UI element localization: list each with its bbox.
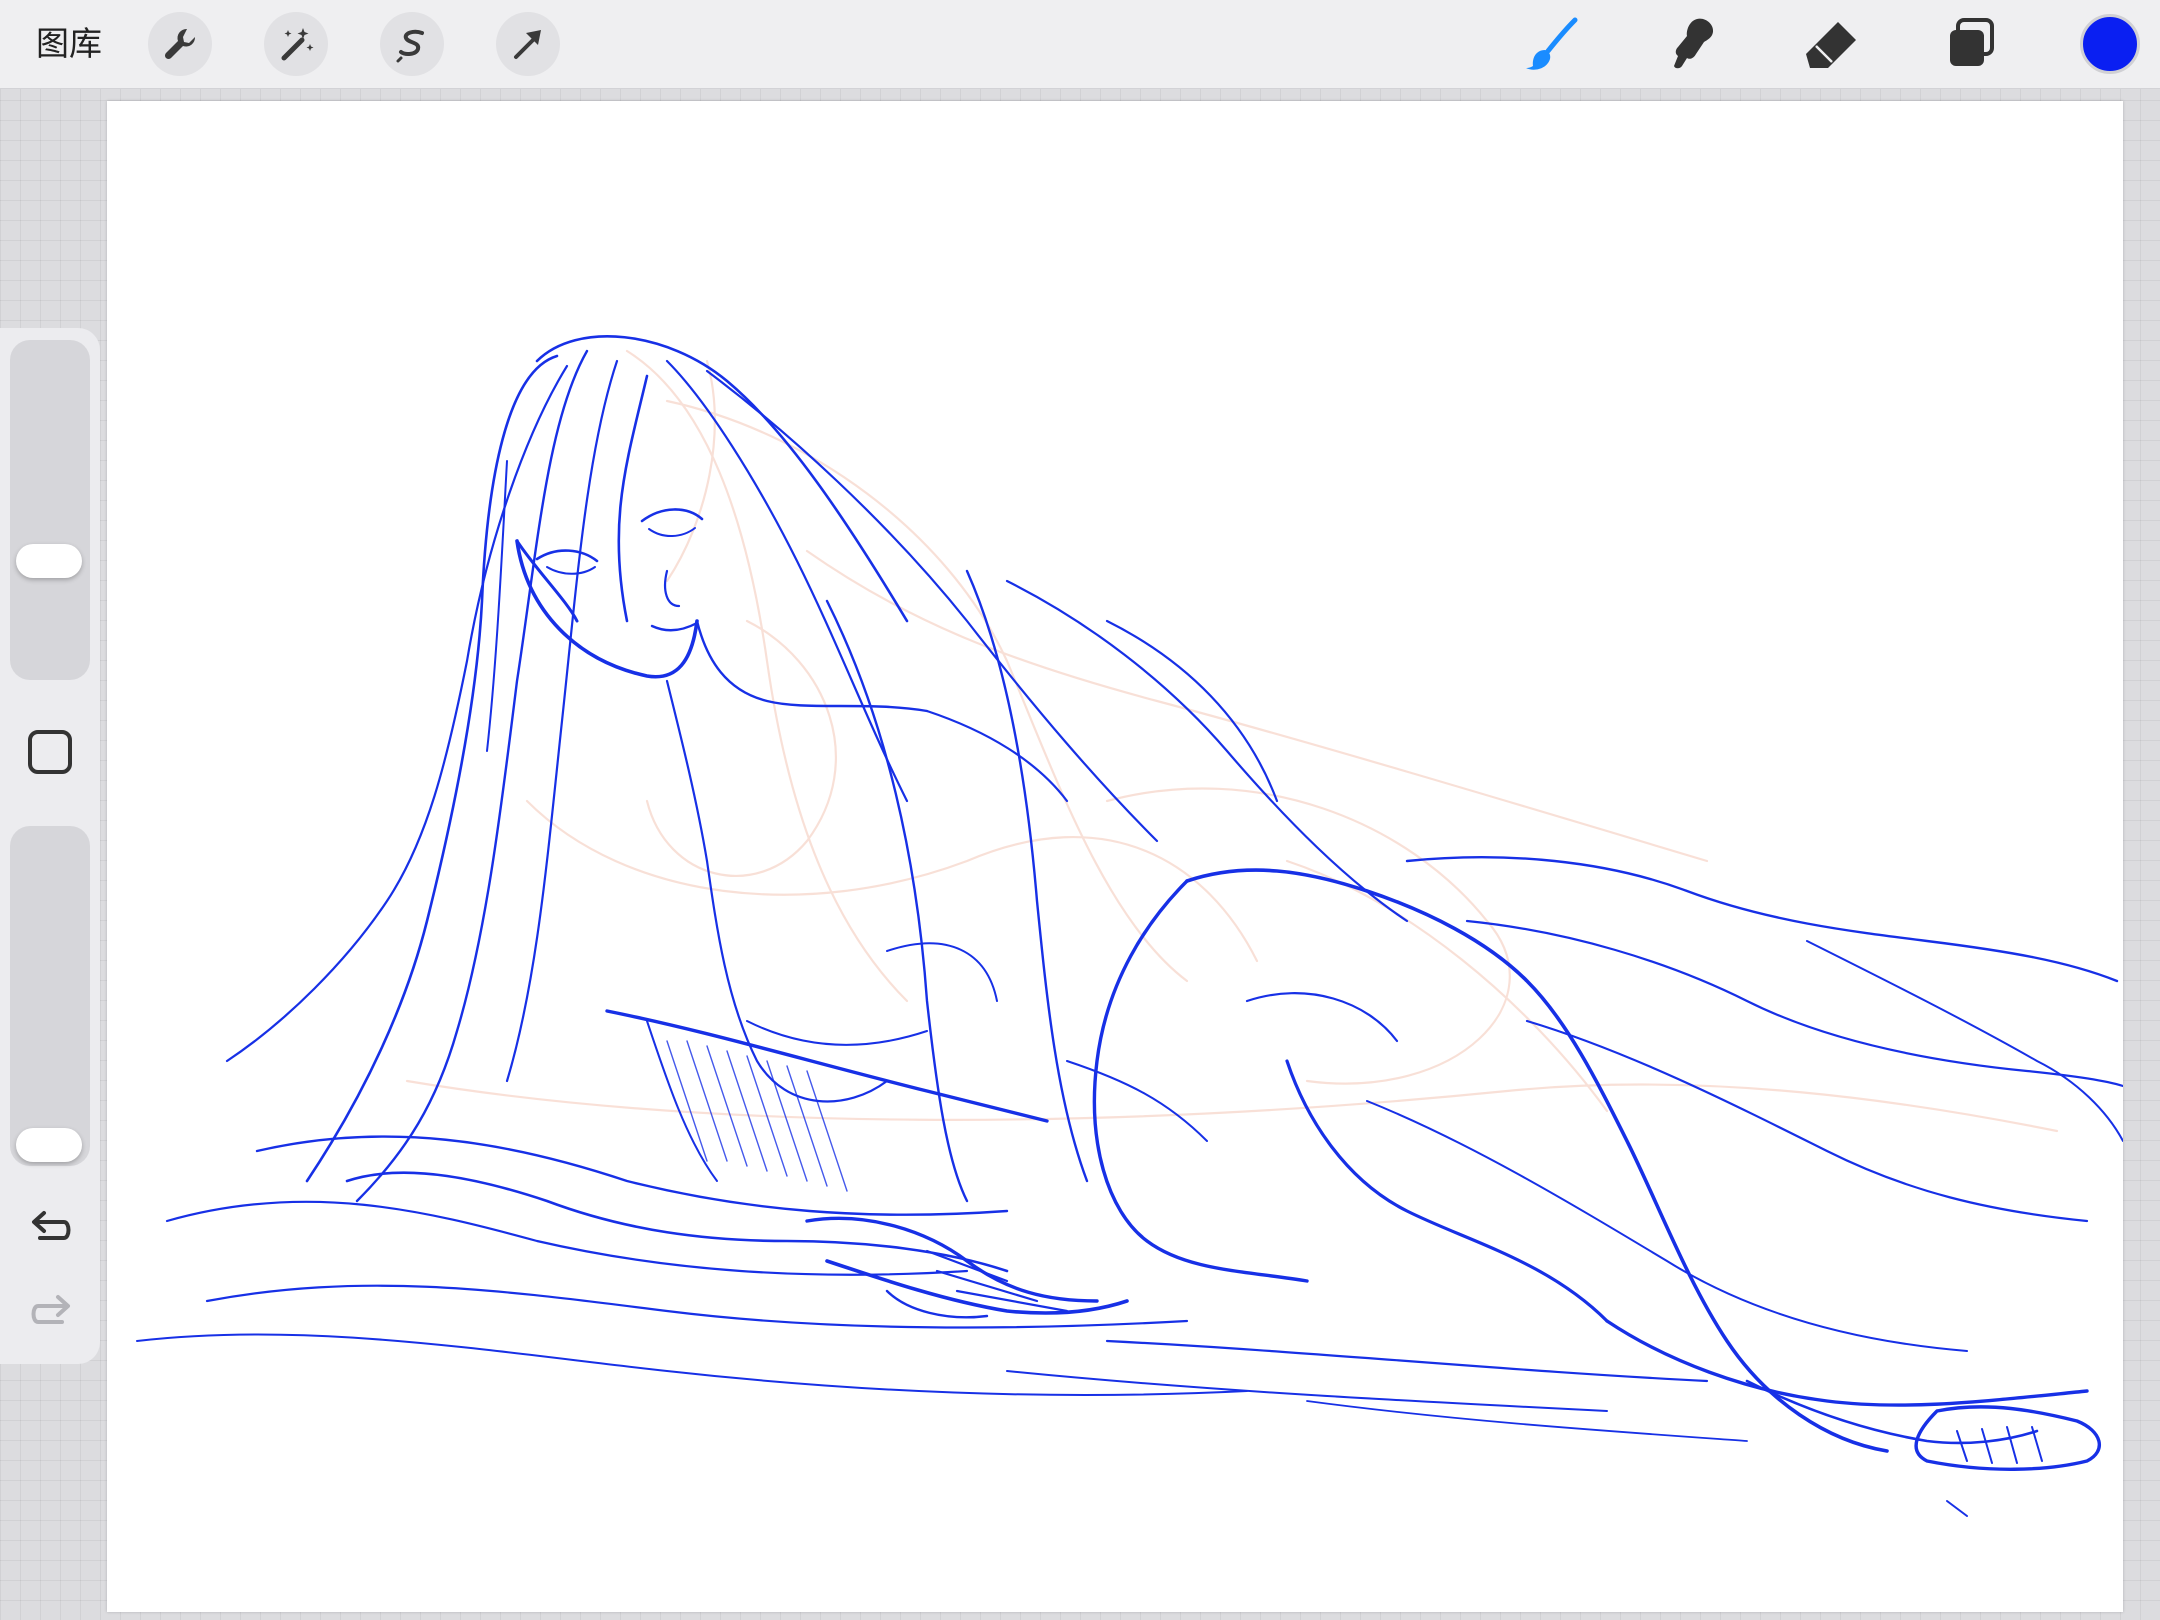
smudge-tool-button[interactable] xyxy=(1656,8,1728,80)
sketch-artwork xyxy=(136,335,2123,1517)
brush-size-slider-thumb[interactable] xyxy=(16,543,82,578)
smudge-icon xyxy=(1674,18,1714,69)
adjustments-button[interactable] xyxy=(264,12,328,76)
undo-icon xyxy=(32,1211,71,1240)
modify-button[interactable] xyxy=(28,730,72,774)
opacity-slider-thumb[interactable] xyxy=(16,1128,82,1162)
redo-icon xyxy=(31,1295,70,1324)
selection-button[interactable] xyxy=(380,12,444,76)
brush-icon xyxy=(1526,17,1578,70)
actions-button[interactable] xyxy=(148,12,212,76)
redo-button[interactable] xyxy=(26,1292,76,1336)
gallery-button[interactable]: 图库 xyxy=(36,22,102,66)
transform-arrow-icon xyxy=(514,30,541,59)
left-sidebar xyxy=(0,328,100,1364)
top-toolbar: 图库 xyxy=(0,0,2160,89)
layers-button[interactable] xyxy=(1936,8,2008,80)
opacity-slider[interactable] xyxy=(10,826,90,1166)
undo-button[interactable] xyxy=(26,1208,76,1252)
brush-size-slider[interactable] xyxy=(10,340,90,680)
brush-tool-button[interactable] xyxy=(1516,8,1588,80)
drawing-canvas[interactable] xyxy=(107,101,2123,1612)
magic-wand-icon xyxy=(281,28,314,61)
wrench-icon xyxy=(164,28,196,60)
construction-lines xyxy=(405,349,2059,1133)
color-picker-button[interactable] xyxy=(2080,14,2140,74)
selection-icon xyxy=(396,29,424,63)
eraser-icon xyxy=(1806,22,1856,68)
transform-button[interactable] xyxy=(496,12,560,76)
layers-icon xyxy=(1950,18,1994,66)
eraser-tool-button[interactable] xyxy=(1796,8,1868,80)
